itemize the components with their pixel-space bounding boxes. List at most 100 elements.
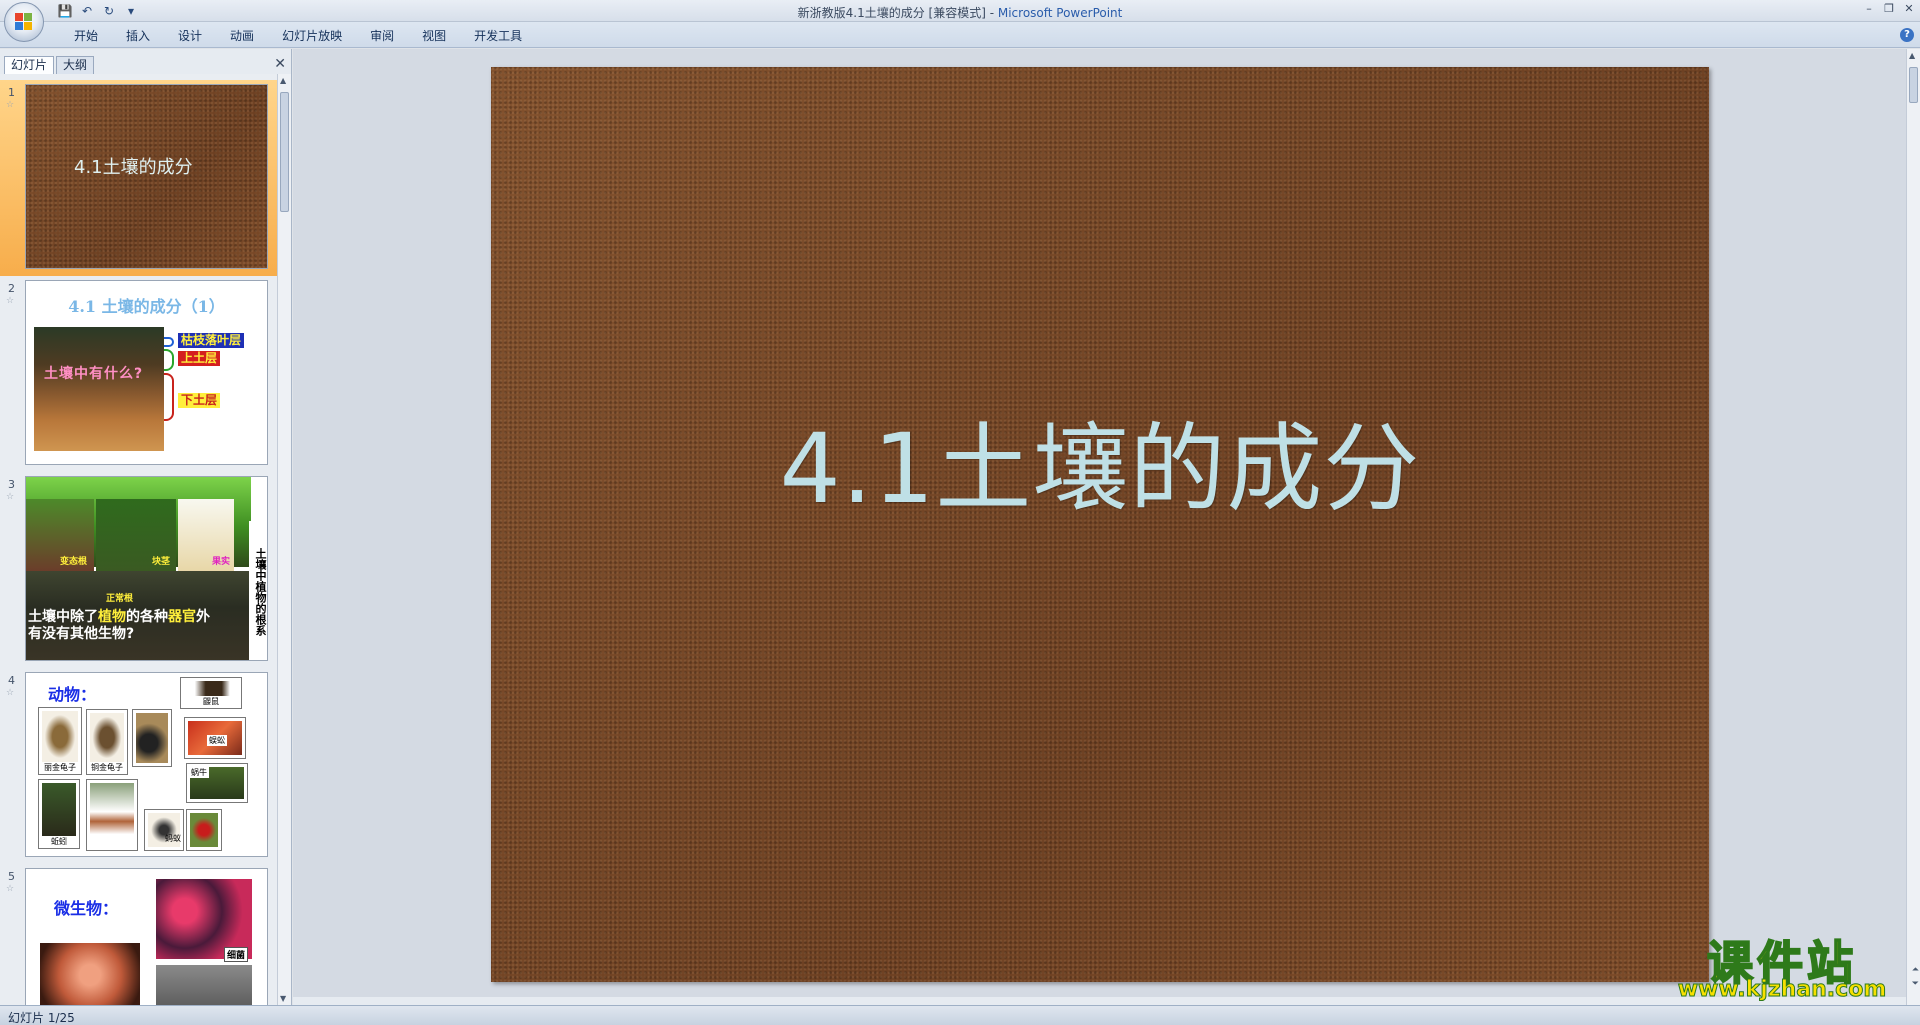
brace-icon — [164, 373, 174, 421]
help-icon[interactable]: ? — [1900, 28, 1914, 42]
animal-photo — [136, 713, 168, 763]
thumbnail-list: 1 ☆ 4.1土壤的成分 2 ☆ 4.1 土壤的成分（1） 土壤中有什么? 枯枝… — [0, 74, 278, 1005]
thumbnail-title: 微生物： — [54, 899, 119, 918]
ribbon-tabs: 开始 插入 设计 动画 幻灯片放映 审阅 视图 开发工具 — [60, 27, 536, 45]
thumbnail-title: 4.1土壤的成分 — [74, 157, 193, 178]
pane-tabs: 幻灯片 大纲 ✕ — [0, 52, 292, 74]
slide-indicator: 幻灯片 1/25 — [8, 1011, 75, 1025]
thumbnail-slide-5[interactable]: 微生物： 细菌 — [25, 868, 268, 1005]
tab-animations[interactable]: 动画 — [216, 27, 268, 45]
scrollbar-thumb[interactable] — [280, 92, 289, 212]
tag-litter-layer: 枯枝落叶层 — [178, 333, 245, 348]
slide-title[interactable]: 4.1土壤的成分 — [491, 391, 1709, 530]
main-slide[interactable]: 4.1土壤的成分 — [491, 67, 1709, 982]
slide-editor: 4.1土壤的成分 — [293, 49, 1906, 1005]
slide-number: 4 — [8, 674, 15, 687]
tab-outline[interactable]: 大纲 — [56, 56, 95, 74]
label-fruit: 果实 — [212, 557, 231, 567]
animal-photo — [42, 711, 78, 762]
animal-card: 蜗牛 — [186, 763, 248, 803]
animal-photo — [90, 783, 134, 847]
caption-part: 外 — [196, 609, 210, 625]
thumbnail-slide-3[interactable]: 变态根 块茎 果实 正常根 土壤中除了植物的各种器官外 有没有其他生物? 土壤中… — [25, 476, 268, 661]
animal-photo — [184, 681, 238, 696]
office-button[interactable] — [4, 2, 44, 42]
bacteria-caption: 细菌 — [224, 947, 249, 962]
status-bar: 幻灯片 1/25 — [0, 1005, 1920, 1025]
minimize-icon[interactable]: – — [1862, 2, 1876, 16]
slide-number: 1 — [8, 86, 15, 99]
thumbnail-row-3[interactable]: 3 ☆ 变态根 块茎 果实 正常根 土壤中除了植物的各种器官外 有没有其他生物?… — [0, 472, 278, 668]
animal-photo — [90, 713, 124, 762]
window-controls: – ❐ ✕ — [1862, 2, 1916, 16]
thumbnail-row-2[interactable]: 2 ☆ 4.1 土壤的成分（1） 土壤中有什么? 枯枝落叶层 上土层 下土层 — [0, 276, 278, 472]
animal-photo — [190, 813, 218, 847]
animal-card — [186, 809, 222, 851]
caption-part: 的各种 — [126, 609, 168, 625]
tab-review[interactable]: 审阅 — [356, 27, 408, 45]
thumbnail-slide-4[interactable]: 动物： 丽金龟子 铜金龟子 鼹鼠 蜈蚣 蜗牛 蚯蚓 蚂蚁 — [25, 672, 268, 857]
label-tuber: 块茎 — [152, 557, 171, 567]
slide-number: 3 — [8, 478, 15, 491]
slide-number: 5 — [8, 870, 15, 883]
animal-card: 蚯蚓 — [38, 779, 80, 849]
scrollbar-thumb[interactable] — [1909, 67, 1918, 103]
tab-slides[interactable]: 幻灯片 — [4, 56, 55, 74]
label-normal-root: 正常根 — [106, 594, 134, 604]
caption-highlight: 器官 — [168, 609, 196, 625]
tab-developer[interactable]: 开发工具 — [460, 27, 536, 45]
office-logo-icon — [15, 13, 33, 31]
animal-caption: 丽金龟子 — [44, 763, 76, 772]
editor-scrollbar[interactable]: ▲ ⏶ ⏷ — [1906, 49, 1920, 1005]
slide-3-caption: 土壤中除了植物的各种器官外 有没有其他生物? — [28, 609, 210, 643]
transition-star-icon: ☆ — [6, 884, 15, 894]
animal-caption: 蚂蚁 — [165, 834, 181, 843]
close-icon[interactable]: ✕ — [1902, 2, 1916, 16]
caption-part: 有没有其他生物? — [28, 626, 135, 642]
animal-caption: 鼹鼠 — [203, 697, 219, 706]
transition-star-icon: ☆ — [6, 688, 15, 698]
transition-star-icon: ☆ — [6, 296, 15, 306]
title-separator: - — [985, 6, 998, 20]
brace-icon — [164, 349, 174, 371]
previous-slide-icon[interactable]: ⏶ — [1912, 965, 1919, 975]
tab-slideshow[interactable]: 幻灯片放映 — [268, 27, 356, 45]
tab-insert[interactable]: 插入 — [112, 27, 164, 45]
window-title: 新浙教版4.1土壤的成分 [兼容模式] - Microsoft PowerPoi… — [0, 4, 1920, 21]
slides-pane: 幻灯片 大纲 ✕ 1 ☆ 4.1土壤的成分 2 ☆ 4.1 土壤的成分（1） 土… — [0, 49, 292, 1005]
caption-part: 土壤中除了 — [28, 609, 98, 625]
slide-number: 2 — [8, 282, 15, 295]
thumbnail-scrollbar[interactable]: ▲ ▼ — [277, 74, 291, 1005]
tab-design[interactable]: 设计 — [164, 27, 216, 45]
animal-caption: 蜈蚣 — [207, 735, 227, 746]
thumbnail-slide-1[interactable]: 4.1土壤的成分 — [25, 84, 268, 269]
thumbnail-row-1[interactable]: 1 ☆ 4.1土壤的成分 — [0, 80, 278, 276]
tag-subsoil: 下土层 — [178, 393, 221, 408]
side-vertical-label: 土壤中植物的根系 — [249, 521, 267, 660]
thumbnail-row-4[interactable]: 4 ☆ 动物： 丽金龟子 铜金龟子 鼹鼠 蜈蚣 蜗牛 蚯蚓 蚂蚁 — [0, 668, 278, 864]
tab-home[interactable]: 开始 — [60, 27, 112, 45]
tab-view[interactable]: 视图 — [408, 27, 460, 45]
thumbnail-title: 4.1 土壤的成分（1） — [68, 297, 225, 316]
thumbnail-title: 动物： — [48, 685, 97, 704]
animal-card — [132, 709, 172, 767]
animal-card: 蜈蚣 — [184, 717, 246, 759]
animal-card: 丽金龟子 — [38, 707, 82, 775]
animal-card — [86, 779, 138, 851]
animal-card: 鼹鼠 — [180, 677, 242, 709]
pane-close-icon[interactable]: ✕ — [274, 56, 286, 72]
watermark-url: www.kjzhan.com — [1677, 977, 1887, 1003]
scroll-up-icon[interactable]: ▲ — [1909, 51, 1915, 60]
watermark-logo: 课件站 www.kjzhan.com — [1664, 927, 1900, 1003]
tag-topsoil: 上土层 — [178, 351, 221, 366]
thumbnail-row-5[interactable]: 5 ☆ 微生物： 细菌 — [0, 864, 278, 1005]
restore-icon[interactable]: ❐ — [1882, 2, 1896, 16]
next-slide-icon[interactable]: ⏷ — [1912, 979, 1919, 989]
ribbon: 开始 插入 设计 动画 幻灯片放映 审阅 视图 开发工具 ? — [0, 22, 1920, 48]
fungus-photo — [40, 943, 140, 1005]
scroll-up-icon[interactable]: ▲ — [280, 76, 286, 85]
thumbnail-slide-2[interactable]: 4.1 土壤的成分（1） 土壤中有什么? 枯枝落叶层 上土层 下土层 — [25, 280, 268, 465]
scroll-down-icon[interactable]: ▼ — [280, 994, 286, 1003]
title-bar: 💾 ↶ ↻ ▾ 新浙教版4.1土壤的成分 [兼容模式] - Microsoft … — [0, 0, 1920, 22]
animal-card: 蚂蚁 — [144, 809, 184, 851]
